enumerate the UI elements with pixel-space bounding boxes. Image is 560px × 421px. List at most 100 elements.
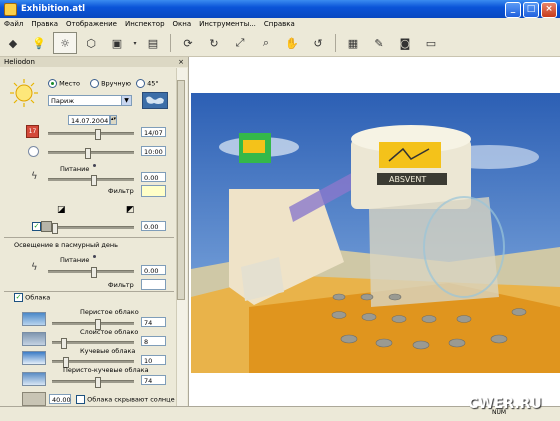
document-icon[interactable]: ▤	[141, 32, 165, 54]
stratus-field[interactable]: 8	[141, 336, 166, 346]
cumulus-field[interactable]: 10	[141, 355, 166, 365]
cumulus-slider[interactable]	[52, 357, 134, 368]
bulb-icon[interactable]: 💡	[27, 32, 51, 54]
shadow-color-swatch[interactable]	[41, 221, 52, 232]
time-field[interactable]: 10:00	[141, 146, 166, 156]
panel-scrollbar-thumb[interactable]	[177, 80, 185, 300]
stratus-cloud-thumbnail	[22, 332, 46, 346]
filter-color-swatch[interactable]	[141, 185, 166, 197]
cumulus-cloud-thumbnail	[22, 351, 46, 365]
window-titlebar: Exhibition.atl _ □ ×	[0, 0, 560, 18]
overcast-power-slider[interactable]	[48, 267, 134, 278]
mode-45-option[interactable]: 45°	[136, 79, 159, 88]
cumulus-label: Кучевые облака	[80, 347, 136, 355]
window-icon[interactable]: ▦	[341, 32, 365, 54]
shadow-value: 0.00	[144, 223, 159, 231]
power-value: 0.00	[144, 174, 159, 182]
world-map-icon[interactable]	[142, 92, 168, 109]
overcast-power-field[interactable]: 0.00	[141, 265, 166, 275]
city-value: Париж	[51, 97, 75, 105]
radio-45[interactable]	[136, 79, 145, 88]
menu-help[interactable]: Справка	[260, 20, 299, 28]
clock-icon	[28, 146, 39, 157]
city-select[interactable]: Париж ▼	[48, 95, 132, 106]
time-value: 10:00	[144, 148, 163, 156]
calendar-icon: 17	[26, 125, 39, 138]
mode-place-option[interactable]: Место	[48, 79, 80, 88]
date-short-field[interactable]: 14/07	[141, 127, 166, 137]
date-field[interactable]: 14.07.2004	[68, 115, 110, 125]
overcast-filter-label: Фильтр	[108, 281, 134, 289]
menu-inspector[interactable]: Инспектор	[121, 20, 169, 28]
clouds-checkbox[interactable]: ✓	[14, 293, 23, 302]
shadow-slider[interactable]	[52, 223, 134, 234]
clouds-toggle[interactable]: ✓ Облака	[14, 293, 50, 302]
cirrocumulus-field[interactable]: 74	[141, 375, 166, 385]
cirrocumulus-value: 74	[144, 377, 153, 385]
undo-view-icon[interactable]: ↺	[306, 32, 330, 54]
toolbar-separator	[335, 34, 336, 52]
date-spinner[interactable]: ▴▾	[110, 115, 117, 125]
panel-close-button[interactable]: ×	[178, 57, 184, 67]
3d-viewport[interactable]: ABSVENT	[189, 57, 560, 406]
chevron-down-icon[interactable]: ▼	[121, 96, 131, 105]
date-slider[interactable]	[48, 129, 134, 140]
clouds-hide-sun-option[interactable]: Облака скрывают солнце	[76, 395, 175, 404]
minimize-button[interactable]: _	[505, 2, 521, 18]
stratus-slider[interactable]	[52, 338, 134, 349]
dropdown-arrow-icon[interactable]: ▾	[131, 32, 139, 54]
shadow-checkbox[interactable]: ✓	[32, 222, 41, 231]
app-icon	[4, 2, 17, 16]
scene-render: ABSVENT	[189, 57, 560, 406]
orbit-icon[interactable]: ⟳	[176, 32, 200, 54]
menu-windows[interactable]: Окна	[169, 20, 196, 28]
stratus-value: 8	[144, 338, 149, 346]
radio-place[interactable]	[48, 79, 57, 88]
camera-icon[interactable]: ▣	[105, 32, 129, 54]
toolbar: ◆ 💡 ☼ ⬡ ▣ ▾ ▤ ⟳ ↻ ⤢ ⌕ ✋ ↺ ▦ ✎ ◙ ▭	[0, 30, 560, 57]
cirrus-field[interactable]: 74	[141, 317, 166, 327]
cirrocumulus-slider[interactable]	[52, 377, 134, 388]
shadow-dark-icon: ◩	[126, 205, 135, 215]
radio-manual[interactable]	[90, 79, 99, 88]
mode-manual-label: Вручную	[101, 79, 131, 88]
pan-icon[interactable]: ⤢	[228, 32, 252, 54]
cirrocumulus-cloud-thumbnail	[22, 372, 46, 386]
zoom-icon[interactable]: ⌕	[254, 32, 278, 54]
menu-edit[interactable]: Правка	[27, 20, 62, 28]
divider	[4, 237, 174, 238]
palette-icon[interactable]: ✎	[367, 32, 391, 54]
menu-view[interactable]: Отображение	[62, 20, 121, 28]
shadow-field[interactable]: 0.00	[141, 221, 166, 231]
overcast-power-label: Питание	[60, 256, 90, 264]
sun-preview-thumbnail	[22, 392, 46, 406]
time-slider[interactable]	[48, 148, 134, 159]
divider	[4, 291, 174, 292]
fullscreen-icon[interactable]: ▭	[419, 32, 443, 54]
paint-bucket-icon[interactable]: ◆	[1, 32, 25, 54]
menu-tools[interactable]: Инструменты...	[195, 20, 260, 28]
menu-file[interactable]: Файл	[0, 20, 27, 28]
clouds-hide-sun-checkbox[interactable]	[76, 395, 85, 404]
hand-icon[interactable]: ✋	[280, 32, 304, 54]
mode-45-label: 45°	[147, 79, 159, 88]
mode-manual-option[interactable]: Вручную	[90, 79, 131, 88]
maximize-button[interactable]: □	[523, 2, 539, 18]
sun-icon[interactable]: ☼	[53, 32, 77, 54]
lightning-icon: ϟ	[31, 171, 38, 182]
close-button[interactable]: ×	[541, 2, 557, 18]
date-value: 14.07.2004	[71, 117, 109, 125]
power-slider[interactable]	[48, 175, 134, 186]
rotate-icon[interactable]: ↻	[202, 32, 226, 54]
overcast-filter-swatch[interactable]	[141, 279, 166, 290]
cirrus-cloud-thumbnail	[22, 312, 46, 326]
render-icon[interactable]: ◙	[393, 32, 417, 54]
cirrus-value: 74	[144, 319, 153, 327]
panel-title: Heliodon	[4, 58, 35, 66]
cube-icon[interactable]: ⬡	[79, 32, 103, 54]
power-label: Питание	[60, 165, 90, 173]
power-dot	[93, 164, 96, 167]
cirrus-slider[interactable]	[52, 319, 134, 330]
power-field[interactable]: 0.00	[141, 172, 166, 182]
bottom-value-field[interactable]: 40.00	[49, 394, 71, 404]
